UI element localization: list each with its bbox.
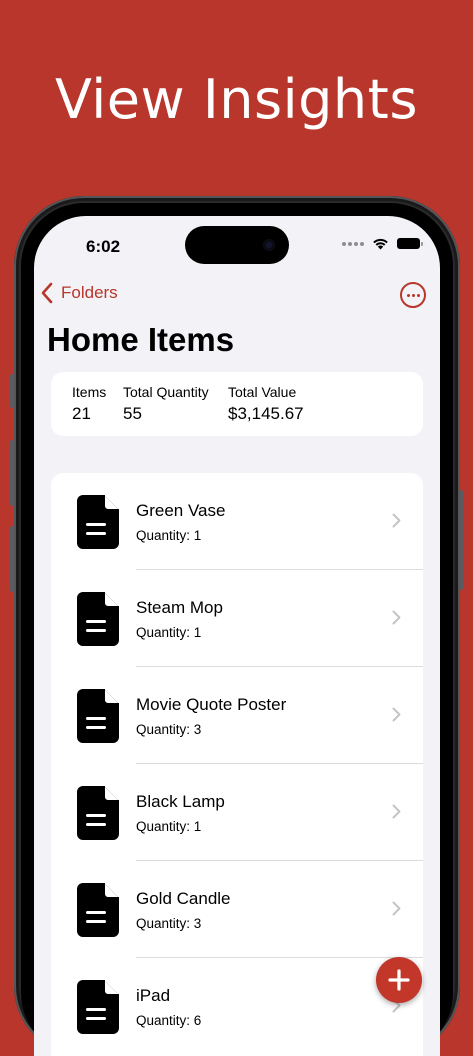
app-screen: 6:02 Folders Home Items Items 21 Total Q… <box>34 216 440 1056</box>
item-quantity: Quantity: 1 <box>136 625 202 640</box>
camera-icon <box>263 239 275 251</box>
status-indicators <box>342 237 423 250</box>
back-button[interactable]: Folders <box>40 282 118 304</box>
item-quantity: Quantity: 3 <box>136 722 202 737</box>
ellipsis-dot <box>411 293 415 297</box>
value-label: Total Value <box>228 384 297 400</box>
chevron-right-icon <box>392 610 401 625</box>
dynamic-island <box>185 226 289 264</box>
signal-dots-icon <box>342 241 364 246</box>
promo-headline: View Insights <box>55 68 418 131</box>
navigation-bar: Folders <box>34 282 440 312</box>
value-value: $3,145.67 <box>228 404 304 423</box>
item-name: Green Vase <box>136 501 226 520</box>
item-quantity: Quantity: 3 <box>136 916 202 931</box>
item-name: Gold Candle <box>136 889 231 908</box>
chevron-right-icon <box>392 901 401 916</box>
document-icon <box>77 786 119 840</box>
chevron-right-icon <box>392 513 401 528</box>
volume-up-button <box>10 440 14 506</box>
item-name: iPad <box>136 986 171 1005</box>
status-time: 6:02 <box>86 237 121 256</box>
document-icon <box>77 689 119 743</box>
document-icon <box>77 592 119 646</box>
silent-switch <box>10 374 14 408</box>
value-stat: Total Value $3,145.67 <box>228 384 304 424</box>
list-item[interactable]: iPad Quantity: 6 <box>51 958 423 1055</box>
power-button <box>460 490 464 590</box>
items-value: 21 <box>72 404 91 423</box>
list-item[interactable]: Black Lamp Quantity: 1 <box>51 764 423 861</box>
list-item[interactable]: Steam Mop Quantity: 1 <box>51 570 423 667</box>
phone-frame: 6:02 Folders Home Items Items 21 Total Q… <box>10 196 464 1056</box>
chevron-left-icon <box>41 282 53 304</box>
chevron-right-icon <box>392 707 401 722</box>
volume-down-button <box>10 526 14 592</box>
quantity-value: 55 <box>123 404 142 423</box>
item-name: Movie Quote Poster <box>136 695 287 714</box>
summary-card: Items 21 Total Quantity 55 Total Value $… <box>51 372 423 436</box>
item-name: Black Lamp <box>136 792 225 811</box>
ellipsis-dot <box>416 293 420 297</box>
document-icon <box>77 883 119 937</box>
plus-icon <box>388 969 410 991</box>
add-item-button[interactable] <box>376 957 422 1003</box>
more-options-button[interactable] <box>400 282 426 308</box>
battery-icon <box>397 238 423 249</box>
document-icon <box>77 980 119 1034</box>
chevron-right-icon <box>392 804 401 819</box>
item-quantity: Quantity: 6 <box>136 1013 202 1028</box>
items-list: Green Vase Quantity: 1 Steam Mop Quantit… <box>51 473 423 1056</box>
items-stat: Items 21 <box>72 384 106 424</box>
page-title: Home Items <box>47 321 235 358</box>
item-quantity: Quantity: 1 <box>136 528 202 543</box>
items-label: Items <box>72 384 107 400</box>
quantity-stat: Total Quantity 55 <box>123 384 209 424</box>
list-item[interactable]: Gold Candle Quantity: 3 <box>51 861 423 958</box>
document-icon <box>77 495 119 549</box>
list-item[interactable]: Green Vase Quantity: 1 <box>51 473 423 570</box>
item-name: Steam Mop <box>136 598 223 617</box>
wifi-icon <box>373 238 388 250</box>
quantity-label: Total Quantity <box>123 384 209 400</box>
item-quantity: Quantity: 1 <box>136 819 202 834</box>
list-item[interactable]: Movie Quote Poster Quantity: 3 <box>51 667 423 764</box>
back-label: Folders <box>61 283 118 302</box>
ellipsis-dot <box>406 293 410 297</box>
